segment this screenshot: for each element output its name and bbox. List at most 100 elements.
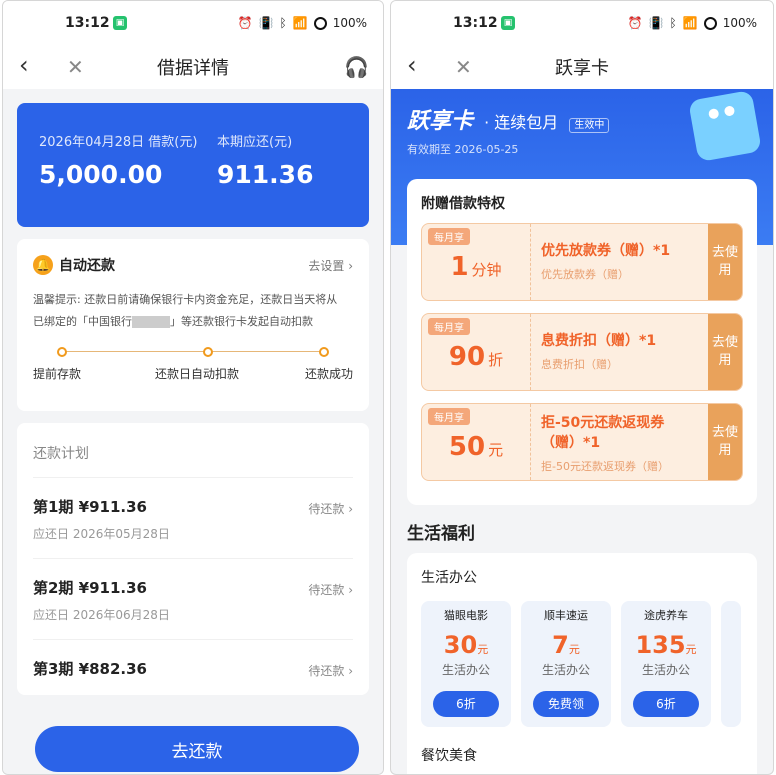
benefit-number: 7 bbox=[552, 631, 569, 659]
sim-icon: ▣ bbox=[501, 16, 515, 30]
repay-button[interactable]: 去还款 bbox=[35, 726, 359, 772]
plan-status: 待还款 › bbox=[308, 583, 353, 597]
loan-body: 2026年04月28日 借款(元) 5,000.00 本期应还(元) 911.3… bbox=[3, 89, 383, 774]
benefit-brand: 途虎养车 bbox=[644, 609, 688, 622]
close-icon[interactable]: ✕ bbox=[67, 55, 84, 79]
step-label: 还款成功 bbox=[304, 367, 353, 381]
mascot-eye bbox=[707, 107, 720, 120]
plan-status-label: 待还款 bbox=[308, 583, 345, 597]
benefit-value: 135元 bbox=[621, 631, 711, 659]
privilege-panel: 附赠借款特权 每月享 1 分钟 优先放款券（赠）*1 优先放款券（赠） 去使用 每… bbox=[407, 179, 757, 505]
coupon-info: 息费折扣（赠）*1 息费折扣（赠） bbox=[530, 314, 708, 390]
benefit-tile[interactable]: 顺丰速运 7元 生活办公 免费领 bbox=[521, 601, 611, 727]
coupon-tag: 每月享 bbox=[428, 228, 470, 245]
coupon-use-button[interactable]: 去使用 bbox=[708, 314, 742, 390]
step-label: 还款日自动扣款 bbox=[155, 367, 240, 381]
benefit-number: 135 bbox=[635, 631, 686, 659]
benefit-tile[interactable]: 途虎养车 135元 生活办公 6折 bbox=[621, 601, 711, 727]
repay-plan-heading: 还款计划 bbox=[33, 446, 89, 462]
loan-date-label: 2026年04月28日 借款(元) bbox=[39, 135, 198, 150]
card-plan: · 连续包月 bbox=[484, 113, 559, 132]
coupon-desc: 拒-50元还款返现券（赠） bbox=[541, 460, 669, 473]
loan-amount: 5,000.00 bbox=[39, 160, 163, 189]
life-benefits-panel: 生活办公 猫眼电影 30元 生活办公 6折 顺丰速运 7元 生活办公 免费领 途… bbox=[407, 553, 757, 774]
coupon-unit: 分钟 bbox=[471, 261, 502, 279]
benefit-claim-button[interactable]: 6折 bbox=[433, 691, 499, 717]
tip-line-2b: 」等还款银行卡发起自动扣款 bbox=[170, 315, 313, 328]
card-mascot-illustration bbox=[688, 89, 762, 163]
benefit-tile-partial[interactable] bbox=[721, 601, 741, 727]
step-dot bbox=[57, 347, 67, 357]
bluetooth-icon: ᛒ bbox=[669, 16, 677, 30]
plan-row[interactable]: 第2期 ¥911.36 应还日 2026年06月28日 待还款 › bbox=[33, 558, 353, 639]
title-bar: ‹ ✕ 借据详情 🎧 bbox=[3, 45, 383, 89]
plan-status-label: 待还款 bbox=[308, 664, 345, 678]
benefit-tiles: 猫眼电影 30元 生活办公 6折 顺丰速运 7元 生活办公 免费领 途虎养车 1… bbox=[421, 601, 743, 727]
bell-icon: 🔔 bbox=[33, 255, 53, 275]
card-benefits-screen: 13:12 ▣ ⏰ 📳 ᛒ 📶 100% ‹ ✕ 跃享卡 跃享卡 · 连续包月 … bbox=[390, 0, 774, 775]
benefit-unit: 元 bbox=[685, 643, 697, 656]
battery-icon bbox=[703, 16, 717, 30]
coupon-unit: 元 bbox=[488, 441, 504, 459]
tip-line-1: 温馨提示: 还款日前请确保银行卡内资金充足，还款日当天将从 bbox=[33, 293, 338, 306]
vibrate-icon: 📳 bbox=[648, 16, 664, 30]
title-bar: ‹ ✕ 跃享卡 bbox=[391, 45, 773, 89]
coupon-unit: 折 bbox=[488, 351, 504, 369]
status-icons: ⏰ 📳 ᛒ 📶 100% bbox=[238, 16, 367, 30]
customer-service-icon[interactable]: 🎧 bbox=[344, 55, 369, 79]
coupon-title: 拒-50元还款返现券（赠）*1 bbox=[541, 415, 665, 451]
category-title-2: 餐饮美食 bbox=[421, 748, 477, 764]
page-title: 借据详情 bbox=[157, 58, 229, 79]
coupon-card: 每月享 50 元 拒-50元还款返现券（赠）*1 拒-50元还款返现券（赠） 去使… bbox=[421, 403, 743, 481]
status-time: 13:12 bbox=[65, 15, 110, 31]
plan-row[interactable]: 第1期 ¥911.36 应还日 2026年05月28日 待还款 › bbox=[33, 477, 353, 558]
auto-repay-setting-link[interactable]: 去设置 › bbox=[308, 257, 353, 274]
wifi-icon: 📶 bbox=[292, 16, 308, 30]
coupon-tag: 每月享 bbox=[428, 318, 470, 335]
loan-summary-card: 2026年04月28日 借款(元) 5,000.00 本期应还(元) 911.3… bbox=[17, 103, 369, 227]
benefit-tile[interactable]: 猫眼电影 30元 生活办公 6折 bbox=[421, 601, 511, 727]
coupon-title: 息费折扣（赠）*1 bbox=[541, 333, 657, 349]
vibrate-icon: 📳 bbox=[258, 16, 274, 30]
coupon-number: 90 bbox=[448, 342, 486, 372]
plan-status-label: 待还款 bbox=[308, 502, 345, 516]
close-icon[interactable]: ✕ bbox=[455, 55, 472, 79]
benefit-claim-button[interactable]: 免费领 bbox=[533, 691, 599, 717]
bluetooth-icon: ᛒ bbox=[279, 16, 287, 30]
due-amount-block: 本期应还(元) 911.36 bbox=[217, 131, 347, 199]
coupon-use-button[interactable]: 去使用 bbox=[708, 404, 742, 480]
back-icon[interactable]: ‹ bbox=[19, 51, 29, 79]
auto-repay-card: 🔔 自动还款 去设置 › 温馨提示: 还款日前请确保银行卡内资金充足，还款日当天… bbox=[17, 239, 369, 411]
life-benefits-title: 生活福利 bbox=[407, 524, 475, 544]
benefit-category: 生活办公 bbox=[541, 663, 590, 677]
benefit-brand: 顺丰速运 bbox=[544, 609, 588, 622]
due-label: 本期应还(元) bbox=[217, 135, 293, 150]
sim-icon: ▣ bbox=[113, 16, 127, 30]
benefit-value: 30元 bbox=[421, 631, 511, 659]
coupon-use-button[interactable]: 去使用 bbox=[708, 224, 742, 300]
coupon-card: 每月享 1 分钟 优先放款券（赠）*1 优先放款券（赠） 去使用 bbox=[421, 223, 743, 301]
card-status-badge: 生效中 bbox=[569, 118, 610, 133]
wifi-icon: 📶 bbox=[682, 16, 698, 30]
repay-plan-card: 还款计划 第1期 ¥911.36 应还日 2026年05月28日 待还款 › 第… bbox=[17, 423, 369, 695]
benefit-brand: 猫眼电影 bbox=[444, 609, 488, 622]
back-icon[interactable]: ‹ bbox=[407, 51, 417, 79]
mascot-eye bbox=[723, 105, 736, 117]
step-dot bbox=[319, 347, 329, 357]
coupon-title: 优先放款券（赠）*1 bbox=[541, 243, 671, 259]
coupon-info: 拒-50元还款返现券（赠）*1 拒-50元还款返现券（赠） bbox=[530, 404, 708, 480]
battery-icon bbox=[313, 16, 327, 30]
plan-due-date: 应还日 2026年06月28日 bbox=[33, 608, 170, 622]
plan-row[interactable]: 第3期 ¥882.36 待还款 › bbox=[33, 639, 353, 695]
coupon-number: 50 bbox=[448, 432, 486, 462]
masked-card-number bbox=[132, 316, 170, 328]
coupon-card: 每月享 90 折 息费折扣（赠）*1 息费折扣（赠） 去使用 bbox=[421, 313, 743, 391]
benefit-category: 生活办公 bbox=[641, 663, 690, 677]
category-title: 生活办公 bbox=[421, 570, 477, 586]
coupon-number: 1 bbox=[450, 252, 469, 282]
status-icons: ⏰ 📳 ᛒ 📶 100% bbox=[628, 16, 757, 30]
steps-line bbox=[61, 351, 325, 352]
benefit-category: 生活办公 bbox=[441, 663, 490, 677]
tip-line-2a: 已绑定的「中国银行 bbox=[33, 315, 132, 328]
benefit-claim-button[interactable]: 6折 bbox=[633, 691, 699, 717]
